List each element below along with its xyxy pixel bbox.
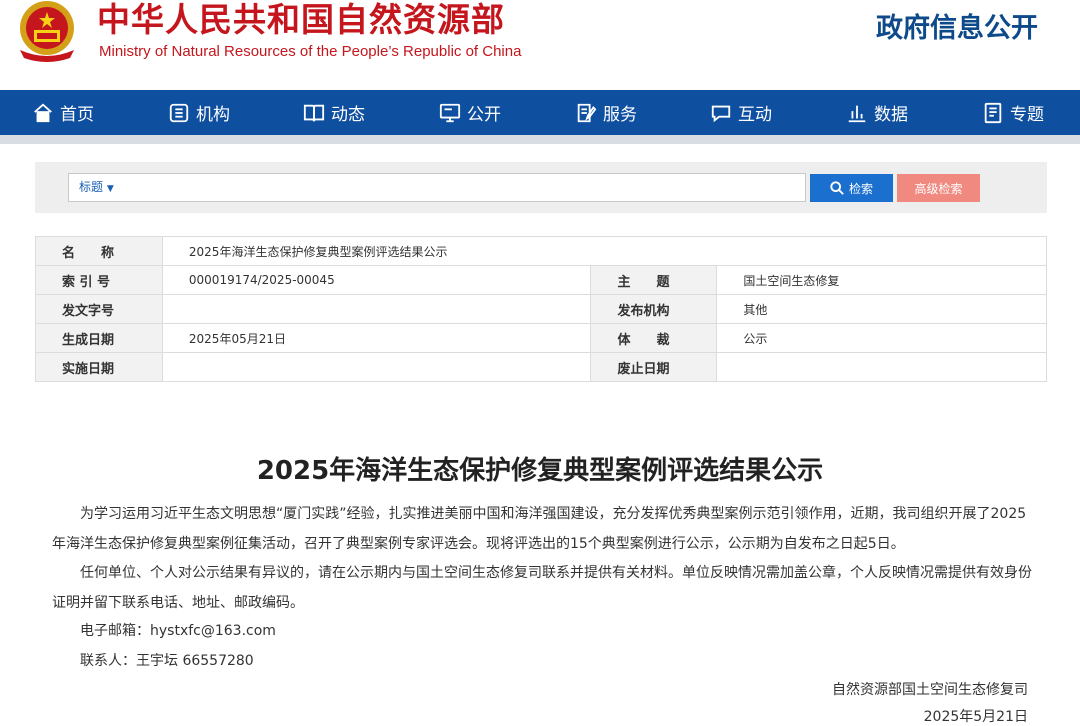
search-field-select[interactable]: 标题 ▼ [79,174,114,201]
publisher-label: 发布机构 [590,294,718,324]
table-row: 实施日期 废止日期 [35,352,1047,382]
search-select-label: 标题 [79,180,104,194]
docno-value [161,294,592,324]
search-bar: 标题 ▼ 检索 高级检索 [35,162,1047,213]
nav-item-label: 专题 [1010,105,1044,125]
edit-icon [577,103,597,122]
article-title: 2025年海洋生态保护修复典型案例评选结果公示 [256,456,824,486]
docno-label: 发文字号 [35,294,163,324]
site-header: 中华人民共和国自然资源部 Ministry of Natural Resourc… [0,0,1080,90]
nav-item-news[interactable]: 动态 [303,90,365,135]
contact-person: 联系人：王宇坛 66557280 [80,653,254,669]
document-info-table: 名 称 2025年海洋生态保护修复典型案例评选结果公示 索 引 号 000019… [35,236,1048,382]
section-title[interactable]: 政府信息公开 [876,6,1038,45]
search-input[interactable] [129,176,793,200]
name-label: 名 称 [35,236,163,266]
org-icon [169,103,189,122]
nav-item-label: 互动 [738,105,772,125]
advanced-search-button[interactable]: 高级检索 [897,174,980,202]
site-subtitle: Ministry of Natural Resources of the Peo… [99,43,522,60]
nav-item-label: 动态 [331,105,365,125]
document-icon [984,102,1002,123]
article-paragraph-2: 任何单位、个人对公示结果有异议的，请在公示期内与国土空间生态修复司联系并提供有关… [52,565,1032,611]
contact-email: 电子邮箱：hystxfc@163.com [80,623,276,639]
effective-value [161,352,592,382]
expire-value [716,352,1047,382]
table-row: 名 称 2025年海洋生态保护修复典型案例评选结果公示 [35,236,1048,266]
nav-item-label: 公开 [467,105,501,125]
main-nav: 首页 机构 动态 公开 服务 互动 数据 专题 [0,90,1080,144]
national-emblem-icon [20,1,74,62]
article-paragraph-1: 为学习运用习近平生态文明思想“厦门实践”经验，扎实推进美丽中国和海洋强国建设，充… [52,506,1027,552]
index-label: 索 引 号 [35,265,163,295]
table-row: 生成日期 2025年05月21日 体 裁 公示 [35,323,1047,353]
genre-label: 体 裁 [590,323,718,353]
book-icon [303,104,325,121]
nav-item-label: 机构 [196,105,230,125]
nav-item-public[interactable]: 公开 [439,90,501,135]
search-button[interactable]: 检索 [810,174,893,202]
nav-item-label: 首页 [60,105,94,125]
table-row: 发文字号 发布机构 其他 [35,294,1047,324]
publisher-value: 其他 [716,294,1047,324]
nav-item-interact[interactable]: 互动 [710,90,772,135]
created-label: 生成日期 [35,323,163,353]
nav-item-org[interactable]: 机构 [168,90,230,135]
index-value: 000019174/2025-00045 [161,265,592,295]
topic-label: 主 题 [590,265,718,295]
nav-item-service[interactable]: 服务 [575,90,637,135]
chevron-down-icon: ▼ [106,184,114,194]
nav-item-topics[interactable]: 专题 [982,90,1044,135]
advanced-search-label: 高级检索 [914,181,963,196]
search-box: 标题 ▼ [68,173,806,202]
topic-value: 国土空间生态修复 [716,265,1047,295]
nav-item-label: 服务 [603,105,637,125]
chart-icon [848,105,866,122]
expire-label: 废止日期 [590,352,718,382]
signature: 自然资源部国土空间生态修复司 [832,682,1028,698]
signature-date: 2025年5月21日 [923,709,1028,725]
search-button-label: 检索 [848,181,873,196]
monitor-icon [439,103,461,122]
genre-value: 公示 [716,323,1047,353]
effective-label: 实施日期 [35,352,163,382]
name-value: 2025年海洋生态保护修复典型案例评选结果公示 [161,236,1048,266]
nav-item-label: 数据 [874,105,908,125]
home-icon [34,103,52,122]
search-icon [830,181,844,195]
nav-item-home[interactable]: 首页 [32,90,94,135]
site-title: 中华人民共和国自然资源部 [97,0,505,39]
chat-icon [711,105,731,122]
created-value: 2025年05月21日 [161,323,592,353]
nav-item-data[interactable]: 数据 [846,90,908,135]
table-row: 索 引 号 000019174/2025-00045 主 题 国土空间生态修复 [35,265,1047,295]
